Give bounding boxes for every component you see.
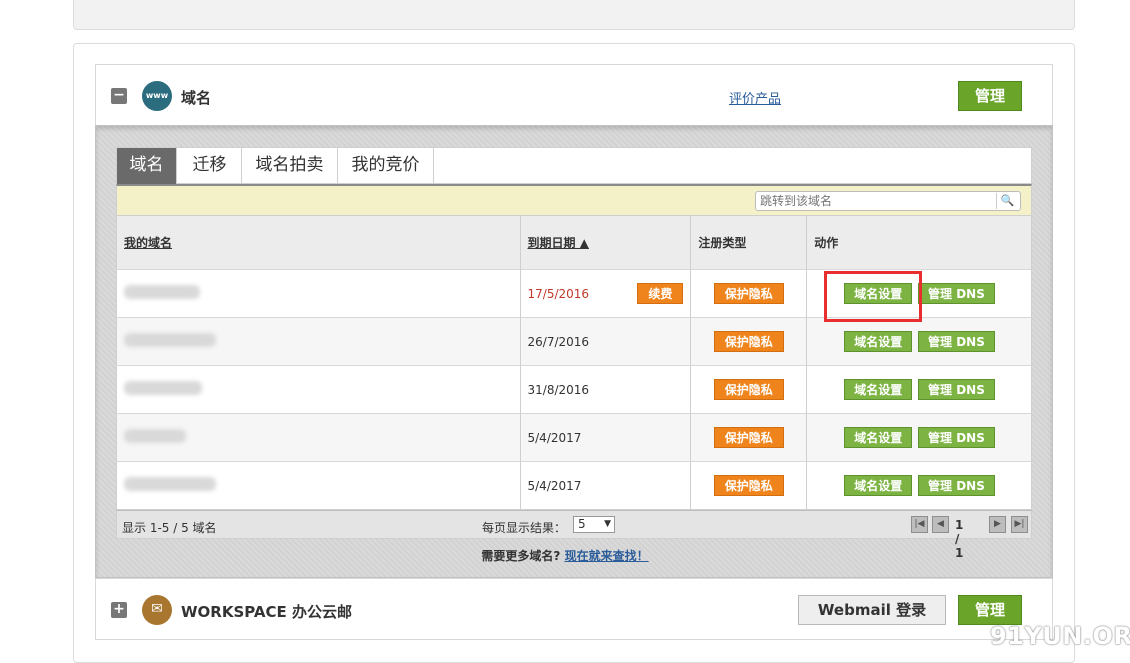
expiry-date: 26/7/2016 [527,334,590,349]
first-page-icon[interactable]: |◀ [911,516,928,533]
header-reg-type: 注册类型 [698,236,747,250]
workspace-manage-button[interactable]: 管理 [958,595,1022,625]
expiry-date: 5/4/2017 [527,430,582,445]
expiry-date: 17/5/2016 [527,286,590,301]
chevron-down-icon: ▼ [604,519,611,529]
table-header-row: 我的域名 到期日期 ▲ 注册类型 动作 [116,215,1032,270]
domain-name-redacted[interactable] [124,333,216,347]
tab-auction[interactable]: 域名拍卖 [242,148,338,184]
table-row: 26/7/2016 保护隐私 域名设置 管理 DNS [116,317,1032,366]
more-domains-line: 需要更多域名? 现在就来查找！ [0,547,1130,564]
domain-search-box: 🔍 [755,191,1021,211]
search-now-link[interactable]: 现在就来查找！ [565,549,649,563]
tab-domains[interactable]: 域名 [117,148,177,184]
header-action: 动作 [814,236,839,250]
tab-transfer[interactable]: 迁移 [178,148,242,184]
watermark: 91YUN.ORG [990,622,1130,650]
domain-name-redacted[interactable] [124,381,202,395]
domain-settings-button[interactable]: 域名设置 [844,379,913,400]
manage-dns-button[interactable]: 管理 DNS [918,331,995,352]
domain-settings-button[interactable]: 域名设置 [844,475,913,496]
table-footer: 显示 1-5 / 5 域名 每页显示结果： 5 ▼ |◀ ◀ 1 / 1 ▶ ▶| [116,510,1032,560]
www-icon: www [142,81,172,111]
privacy-protect-button[interactable]: 保护隐私 [713,283,784,304]
webmail-login-button[interactable]: Webmail 登录 [798,595,946,625]
header-my-domain[interactable]: 我的域名 [124,236,172,250]
rate-product-link[interactable]: 评价产品 [729,88,781,107]
tab-my-bids[interactable]: 我的竞价 [338,148,434,184]
top-panel [73,0,1075,30]
expand-icon[interactable]: + [111,602,127,618]
privacy-protect-button[interactable]: 保护隐私 [713,331,784,352]
manage-dns-button[interactable]: 管理 DNS [918,283,995,304]
manage-button[interactable]: 管理 [958,81,1022,111]
prev-page-icon[interactable]: ◀ [932,516,949,533]
next-page-icon[interactable]: ▶ [989,516,1006,533]
result-count: 显示 1-5 / 5 域名 [122,521,217,535]
domain-settings-button[interactable]: 域名设置 [844,331,913,352]
table-row: 5/4/2017 保护隐私 域名设置 管理 DNS [116,413,1032,462]
expiry-date: 5/4/2017 [527,478,582,493]
manage-dns-button[interactable]: 管理 DNS [918,427,995,448]
mail-icon: ✉ [142,595,172,625]
header-expiry[interactable]: 到期日期 ▲ [528,236,589,250]
table-row: 17/5/2016 续费 保护隐私 域名设置 管理 DNS [116,269,1032,318]
domain-settings-button[interactable]: 域名设置 [844,283,913,304]
privacy-protect-button[interactable]: 保护隐私 [713,427,784,448]
tab-bar: 域名 迁移 域名拍卖 我的竞价 [116,147,1032,184]
domain-name-redacted[interactable] [124,285,200,299]
domain-table: 我的域名 到期日期 ▲ 注册类型 动作 17/5/2016 续费 保护隐私 域名设… [116,215,1032,510]
expiry-date: 31/8/2016 [527,382,590,397]
manage-dns-button[interactable]: 管理 DNS [918,475,995,496]
last-page-icon[interactable]: ▶| [1011,516,1028,533]
per-page-label: 每页显示结果： [482,521,567,535]
domain-name-redacted[interactable] [124,429,186,443]
privacy-protect-button[interactable]: 保护隐私 [713,379,784,400]
per-page-value: 5 [578,517,586,531]
privacy-protect-button[interactable]: 保护隐私 [713,475,784,496]
domain-name-redacted[interactable] [124,477,216,491]
magnifier-icon[interactable]: 🔍 [996,193,1018,209]
product-title: 域名 [181,89,212,107]
workspace-title: WORKSPACE 办公云邮 [181,603,352,621]
renew-button[interactable]: 续费 [637,283,684,304]
domain-search-input[interactable] [760,193,992,209]
domain-settings-button[interactable]: 域名设置 [844,427,913,448]
table-row: 31/8/2016 保护隐私 域名设置 管理 DNS [116,365,1032,414]
collapse-icon[interactable]: − [111,88,127,104]
domain-product-header [95,64,1053,126]
table-row: 5/4/2017 保护隐私 域名设置 管理 DNS [116,461,1032,510]
manage-dns-button[interactable]: 管理 DNS [918,379,995,400]
more-domains-question: 需要更多域名? [481,549,561,563]
per-page-select[interactable]: 5 ▼ [573,516,615,533]
